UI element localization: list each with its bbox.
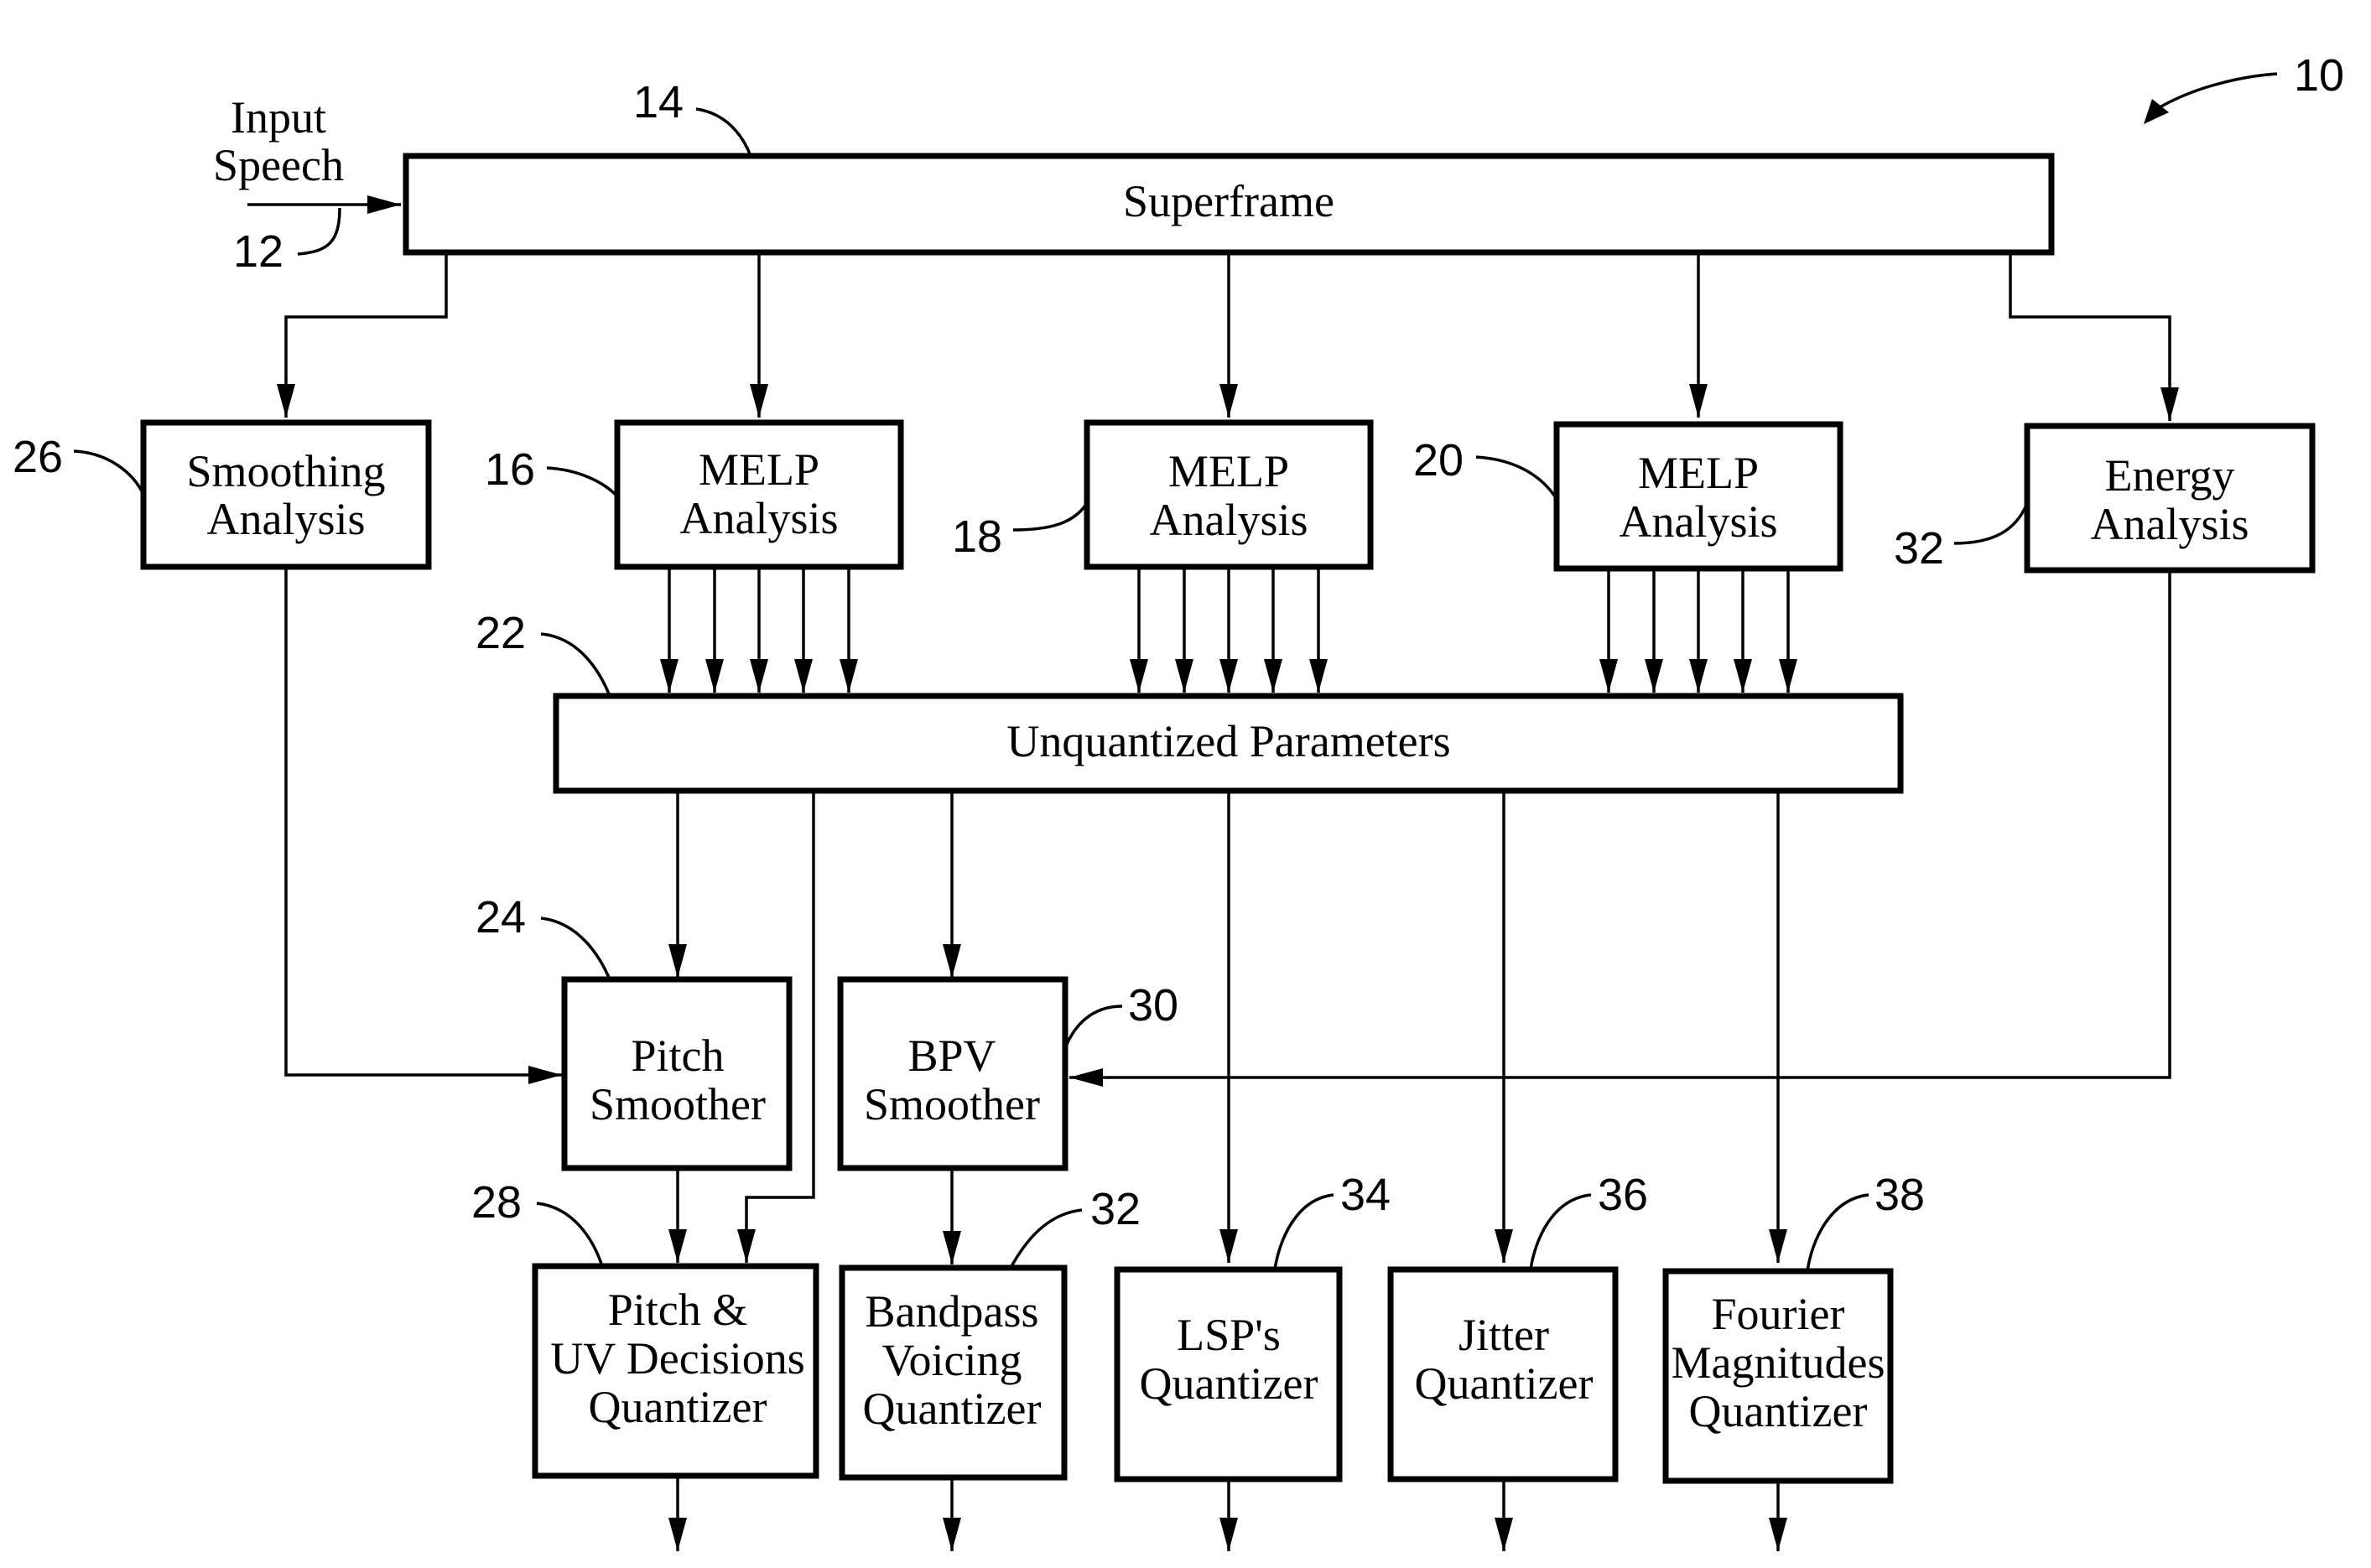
leader-18 <box>1012 502 1089 532</box>
superframe-connections <box>277 252 2179 421</box>
energy-line1: Energy <box>2105 450 2235 501</box>
leader-38 <box>1806 1193 1869 1272</box>
superframe-block: Superframe 14 <box>403 77 2055 256</box>
melp18-line1: MELP <box>1168 446 1289 496</box>
leader-24 <box>540 916 611 980</box>
quantizer-lsp: LSP's Quantizer 34 <box>1114 1170 1391 1482</box>
leader-30 <box>1063 1005 1123 1049</box>
ref-label-22: 22 <box>476 608 526 658</box>
pitch-smoother-line2: Smoother <box>590 1079 766 1129</box>
ref-label-14: 14 <box>633 77 684 127</box>
superframe-label: Superframe <box>1123 176 1334 226</box>
leader-14 <box>695 107 752 157</box>
unquantized-label: Unquantized Parameters <box>1006 716 1450 766</box>
melp20-line2: Analysis <box>1620 496 1778 547</box>
leader-16 <box>546 466 619 498</box>
leader-22 <box>540 632 611 697</box>
fourier-line1: Fourier <box>1712 1289 1845 1339</box>
melp16-line1: MELP <box>699 444 819 495</box>
melp-encoder-block-diagram: 10 Input Speech 12 Superframe 14 Smoothi… <box>13 50 2344 1551</box>
fourier-line3: Quantizer <box>1689 1386 1868 1436</box>
fourier-line2: Magnitudes <box>1672 1337 1885 1388</box>
ref-label-12: 12 <box>233 226 283 277</box>
ref-label-28: 28 <box>471 1177 522 1228</box>
ref-label-38: 38 <box>1874 1170 1925 1220</box>
pitch-uv-line1: Pitch & <box>608 1285 748 1335</box>
unquantized-parameters-block: Unquantized Parameters 22 <box>476 608 1904 794</box>
pitch-uv-line2: UV Decisions <box>550 1333 805 1384</box>
jitter-line1: Jitter <box>1458 1310 1549 1360</box>
melp16-line2: Analysis <box>680 493 839 543</box>
input-speech: Input Speech 12 <box>213 92 401 277</box>
bandpass-line1: Bandpass <box>866 1286 1039 1337</box>
pitch-smoother-line1: Pitch <box>631 1031 724 1081</box>
smoothing-line1: Smoothing <box>186 446 385 496</box>
leader-36 <box>1529 1193 1592 1270</box>
analysis-block-melp-16: MELP Analysis 16 <box>485 419 904 570</box>
ref-label-30: 30 <box>1128 980 1178 1031</box>
ref-label-16: 16 <box>485 444 535 495</box>
bandpass-line2: Voicing <box>881 1335 1022 1385</box>
ref-label-32-energy: 32 <box>1894 523 1944 574</box>
leader-28 <box>536 1202 604 1267</box>
input-label-line2: Speech <box>213 140 344 190</box>
output-arrows <box>668 1476 1787 1551</box>
ref-label-18: 18 <box>952 511 1002 562</box>
figure-ref-10: 10 <box>2144 50 2344 124</box>
ref-label-10: 10 <box>2294 50 2344 101</box>
melp18-line2: Analysis <box>1150 495 1308 545</box>
quantizer-fourier-magnitudes: Fourier Magnitudes Quantizer 38 <box>1662 1170 1925 1484</box>
jitter-line2: Quantizer <box>1415 1358 1594 1409</box>
lsp-line2: Quantizer <box>1140 1358 1318 1409</box>
ref-label-34: 34 <box>1340 1170 1391 1220</box>
pitch-uv-line3: Quantizer <box>589 1382 767 1432</box>
quantizer-pitch-uv: Pitch & UV Decisions Quantizer 28 <box>471 1177 819 1479</box>
analysis-block-melp-18: MELP Analysis 18 <box>952 419 1374 570</box>
bpv-smoother-line1: BPV <box>907 1031 996 1081</box>
melp20-line1: MELP <box>1638 448 1759 498</box>
quantizer-jitter: Jitter Quantizer 36 <box>1387 1170 1648 1482</box>
leader-20 <box>1475 455 1558 500</box>
quantizer-bandpass-voicing: Bandpass Voicing Quantizer 32 <box>839 1184 1141 1481</box>
leader-26 <box>73 449 145 496</box>
analysis-block-smoothing: Smoothing Analysis 26 <box>13 419 432 570</box>
analysis-block-energy: Energy Analysis 32 <box>1894 423 2316 574</box>
smoothing-line2: Analysis <box>207 494 366 544</box>
energy-line2: Analysis <box>2091 499 2249 549</box>
ref-label-24: 24 <box>476 892 526 942</box>
lsp-line1: LSP's <box>1177 1310 1281 1360</box>
melp-parameter-arrows <box>660 567 1797 693</box>
leader-32-energy <box>1953 502 2029 545</box>
leader-12 <box>297 207 341 256</box>
leader-32-bandpass <box>1009 1208 1083 1269</box>
ref-label-32-bandpass: 32 <box>1090 1184 1141 1234</box>
input-label-line1: Input <box>231 92 326 143</box>
analysis-block-melp-20: MELP Analysis 20 <box>1413 421 1843 572</box>
leader-34 <box>1273 1193 1334 1270</box>
ref-label-26: 26 <box>13 432 63 482</box>
ref-label-36: 36 <box>1598 1170 1648 1220</box>
pitch-smoother-block: Pitch Smoother 24 <box>476 892 793 1171</box>
bandpass-line3: Quantizer <box>863 1384 1042 1434</box>
bpv-smoother-line2: Smoother <box>864 1079 1040 1129</box>
ref-label-20: 20 <box>1413 435 1464 485</box>
bpv-smoother-block: BPV Smoother 30 <box>837 976 1178 1171</box>
